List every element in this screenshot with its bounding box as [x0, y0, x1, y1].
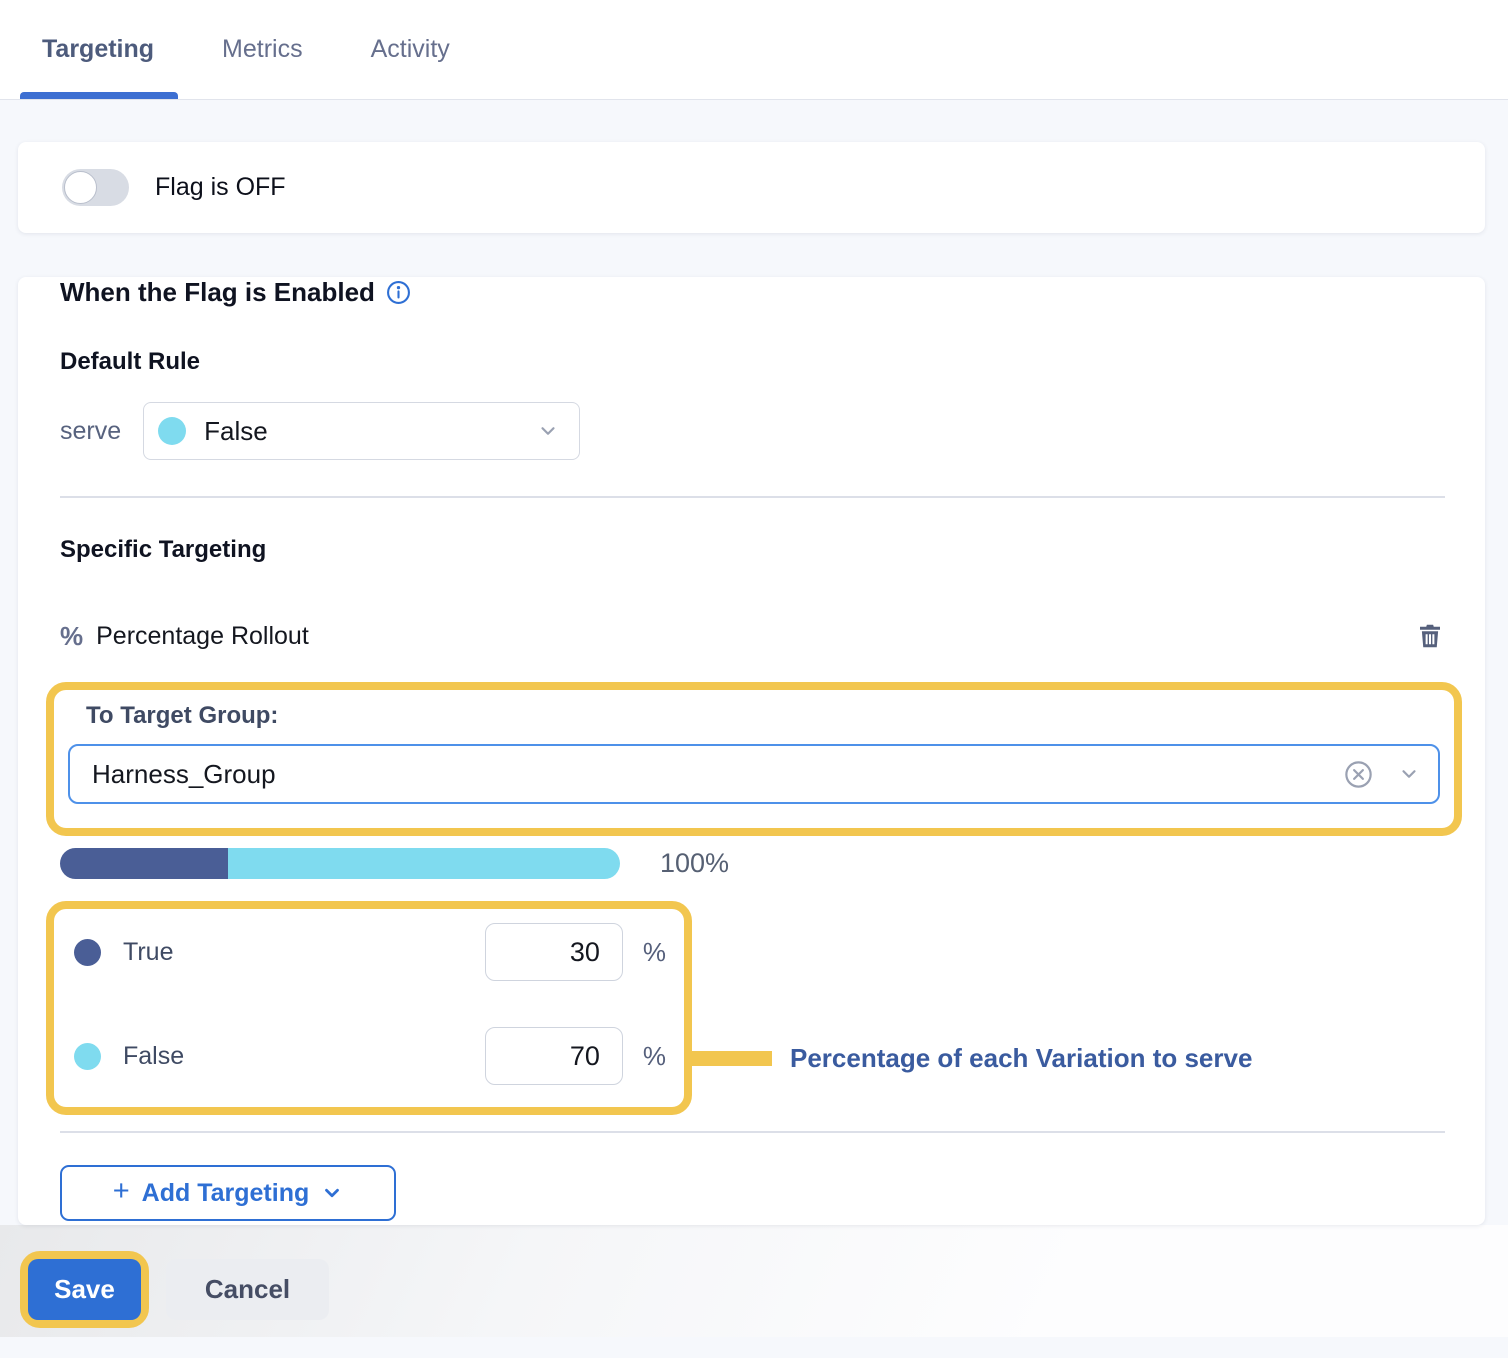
targeting-card: When the Flag is Enabled Default Rule se…	[18, 277, 1485, 1225]
cancel-button[interactable]: Cancel	[166, 1259, 329, 1320]
specific-targeting-heading: Specific Targeting	[60, 536, 1485, 564]
target-group-label: To Target Group:	[86, 702, 1440, 730]
enabled-section-title: When the Flag is Enabled	[60, 277, 1485, 308]
false-variation-dot	[74, 1043, 101, 1070]
delete-rollout-icon[interactable]	[1415, 620, 1445, 652]
clear-selection-icon[interactable]	[1343, 759, 1374, 790]
enabled-section-title-text: When the Flag is Enabled	[60, 277, 375, 308]
default-variation-select[interactable]: False	[143, 402, 580, 460]
tab-metrics-label: Metrics	[222, 35, 303, 64]
total-percent-label: 100%	[660, 848, 729, 879]
rollout-header: % Percentage Rollout	[60, 620, 1445, 652]
tab-metrics[interactable]: Metrics	[220, 0, 305, 99]
percent-unit: %	[643, 1041, 666, 1072]
target-group-highlight-box: To Target Group: Harness_Group	[46, 682, 1462, 836]
tab-targeting-label: Targeting	[42, 35, 154, 64]
default-rule-heading: Default Rule	[60, 348, 1485, 376]
active-tab-underline	[20, 92, 178, 99]
variation-annotation: Percentage of each Variation to serve	[692, 1043, 1252, 1074]
chevron-down-icon	[537, 420, 559, 442]
rollout-weight-bar	[60, 848, 620, 879]
true-percent-input[interactable]	[485, 923, 623, 981]
target-group-select[interactable]: Harness_Group	[68, 744, 1440, 804]
tab-bar: Targeting Metrics Activity	[0, 0, 1508, 100]
false-variation-name: False	[123, 1042, 184, 1071]
rollout-weight-row: 100%	[60, 848, 1485, 879]
add-targeting-label: Add Targeting	[142, 1179, 310, 1208]
flag-toggle-knob	[64, 171, 97, 204]
plus-icon: +	[113, 1175, 130, 1208]
section-divider	[60, 1131, 1445, 1133]
save-highlight-box: Save	[20, 1251, 149, 1328]
flag-status-card: Flag is OFF	[18, 142, 1485, 233]
variation-row-true: True %	[64, 923, 670, 981]
flag-status-label: Flag is OFF	[155, 173, 286, 202]
annotation-text: Percentage of each Variation to serve	[790, 1043, 1252, 1074]
action-footer: Save Cancel	[0, 1225, 1508, 1337]
weight-segment-false	[228, 848, 620, 879]
rollout-title: Percentage Rollout	[96, 622, 309, 651]
percent-icon: %	[60, 621, 83, 652]
save-button[interactable]: Save	[28, 1259, 141, 1320]
variation-row-false: False %	[64, 1027, 670, 1085]
add-targeting-button[interactable]: + Add Targeting	[60, 1165, 396, 1221]
tab-activity[interactable]: Activity	[369, 0, 452, 99]
default-variation-value: False	[204, 416, 519, 447]
target-group-value: Harness_Group	[92, 759, 1343, 790]
annotation-connector-line	[692, 1051, 772, 1066]
section-divider	[60, 496, 1445, 498]
variation-color-dot	[158, 417, 186, 445]
false-percent-input[interactable]	[485, 1027, 623, 1085]
variations-highlight-box: True % False %	[46, 901, 692, 1115]
chevron-down-icon	[1398, 763, 1420, 785]
true-variation-dot	[74, 939, 101, 966]
tab-targeting[interactable]: Targeting	[40, 0, 156, 99]
serve-label: serve	[60, 417, 121, 446]
true-variation-name: True	[123, 938, 173, 967]
chevron-down-icon	[321, 1182, 343, 1204]
flag-toggle[interactable]	[62, 169, 129, 206]
info-icon[interactable]	[386, 280, 411, 305]
tab-activity-label: Activity	[371, 35, 450, 64]
default-rule-serve-row: serve False	[60, 402, 1485, 460]
weight-segment-true	[60, 848, 228, 879]
percent-unit: %	[643, 937, 666, 968]
